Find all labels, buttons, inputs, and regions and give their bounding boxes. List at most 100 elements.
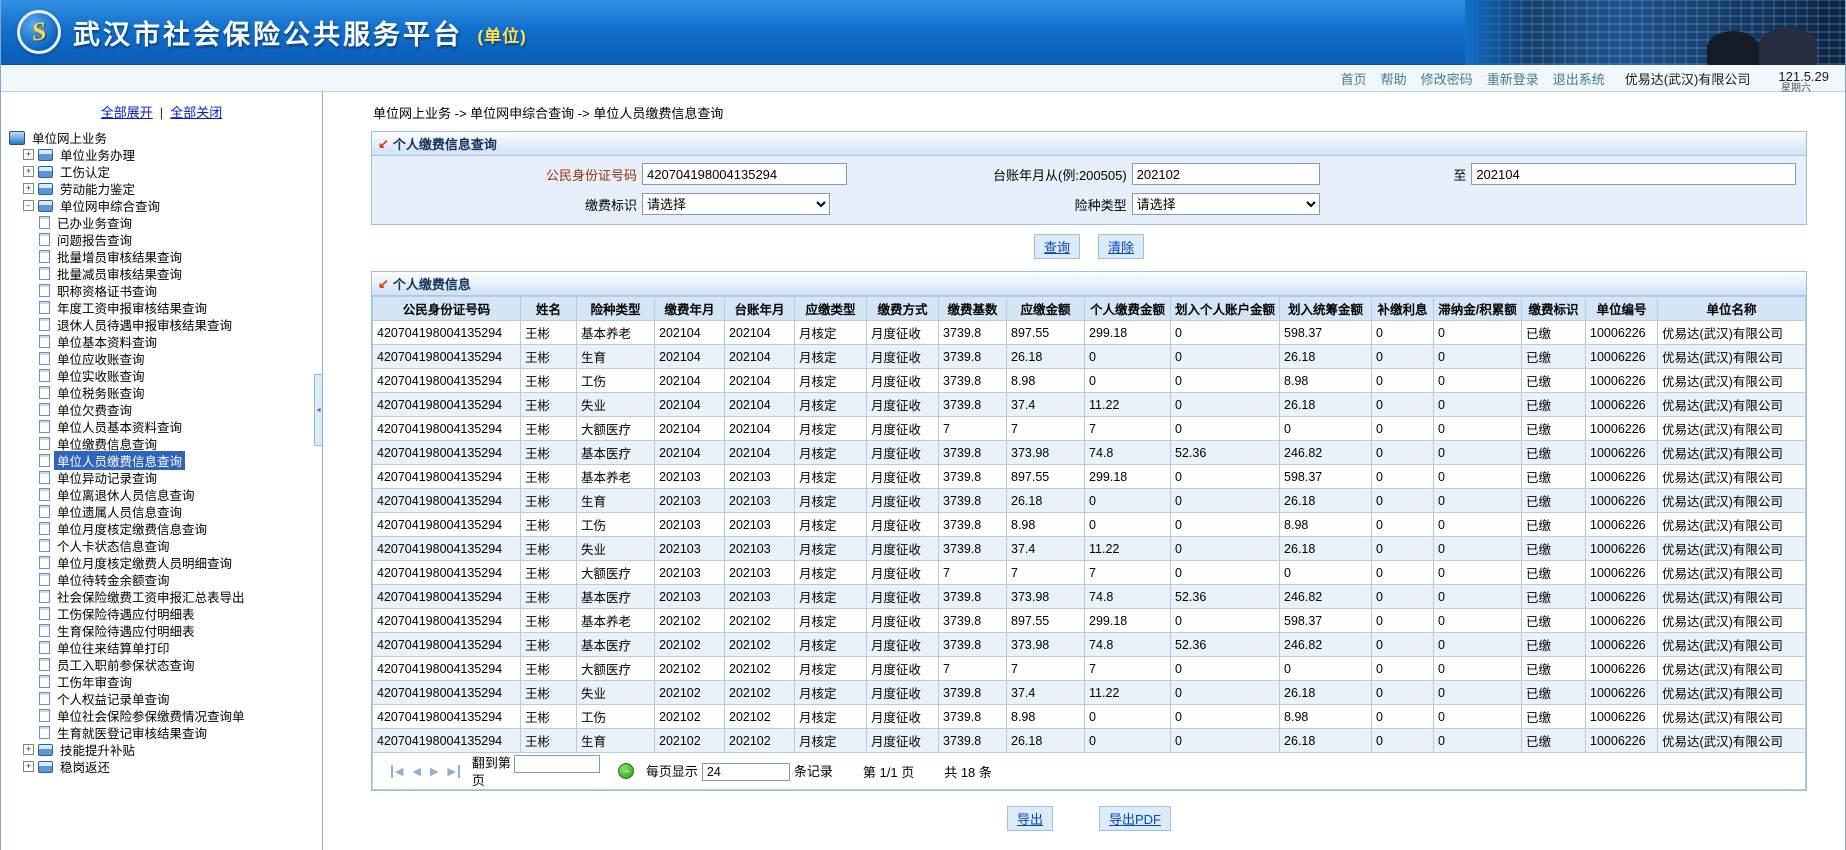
tree-item[interactable]: 个人卡状态信息查询	[39, 537, 322, 554]
expand-icon[interactable]: +	[23, 761, 34, 772]
column-header: 缴费年月	[654, 296, 725, 321]
top-nav-link[interactable]: 帮助	[1381, 69, 1407, 88]
root-folder-icon	[9, 130, 25, 145]
tree-item[interactable]: 批量增员审核结果查询	[39, 248, 322, 265]
tree-item[interactable]: 年度工资申报审核结果查询	[39, 299, 322, 316]
tree-item[interactable]: 单位缴费信息查询	[39, 435, 322, 452]
app-title-text: 武汉市社会保险公共服务平台	[73, 19, 463, 50]
table-row: 420704198004135294 王彬 基本养老 202102 202102 月核定月…	[372, 608, 1806, 633]
export-pdf-button[interactable]: 导出PDF	[1099, 806, 1172, 831]
first-page-button[interactable]: ◀	[391, 764, 403, 778]
table-cell: 0	[1084, 488, 1171, 513]
table-cell: 7	[1006, 560, 1085, 585]
expand-icon[interactable]: +	[23, 744, 34, 755]
sidebar-top-links: 全部展开 | 全部关闭	[1, 96, 322, 129]
tree-item[interactable]: 社会保险缴费工资申报汇总表导出	[39, 588, 322, 605]
tree-group[interactable]: + 单位业务办理	[23, 146, 322, 163]
top-nav-link[interactable]: 修改密码	[1421, 69, 1473, 88]
tree-item[interactable]: 单位欠费查询	[39, 401, 322, 418]
tree-item[interactable]: 单位社会保险参保缴费情况查询单	[39, 707, 322, 724]
top-nav-link[interactable]: 退出系统	[1553, 69, 1605, 88]
goto-page-input[interactable]	[513, 754, 600, 773]
tree-group[interactable]: - 单位网申综合查询	[23, 197, 322, 214]
tree-item[interactable]: 单位往来结算单打印	[39, 639, 322, 656]
export-button[interactable]: 导出	[1006, 806, 1053, 831]
collapse-all-link[interactable]: 全部关闭	[170, 105, 222, 120]
ins-type-select[interactable]: 请选择	[1131, 193, 1320, 215]
table-cell: 202102	[654, 680, 725, 705]
prev-page-button[interactable]: ◀	[412, 765, 420, 778]
table-cell: 0	[1279, 560, 1373, 585]
tree-item[interactable]: 已办业务查询	[39, 214, 322, 231]
tree-item[interactable]: 工伤保险待遇应付明细表	[39, 605, 322, 622]
table-cell: 已缴	[1521, 656, 1587, 681]
main-content: 单位网上业务 -> 单位网申综合查询 -> 单位人员缴费信息查询 ↙ 个人缴费信…	[323, 92, 1845, 850]
tree-item[interactable]: 员工入职前参保状态查询	[39, 656, 322, 673]
tree-item[interactable]: 单位税务账查询	[39, 384, 322, 401]
tree-item[interactable]: 单位月度核定缴费人员明细查询	[39, 554, 322, 571]
table-cell: 优易达(武汉)有限公司	[1657, 728, 1806, 753]
goto-page-group: 翻到第页	[472, 754, 606, 788]
tree-group[interactable]: + 工伤认定	[23, 163, 322, 180]
last-page-button[interactable]: ▶	[447, 764, 460, 778]
expand-all-link[interactable]: 全部展开	[101, 105, 153, 120]
expand-icon[interactable]: +	[23, 149, 34, 160]
tree-item[interactable]: 生育保险待遇应付明细表	[39, 622, 322, 639]
table-cell: 0	[1169, 656, 1281, 681]
next-page-button[interactable]: ▶	[430, 765, 438, 778]
table-cell: 3739.8	[938, 392, 1007, 417]
tree-item[interactable]: 单位实收账查询	[39, 367, 322, 384]
table-row: 420704198004135294 王彬 工伤 202104 202104 月核定 月度征…	[372, 368, 1806, 393]
table-cell: 7	[1084, 416, 1171, 441]
tree-item[interactable]: 职称资格证书查询	[39, 282, 322, 299]
clear-button[interactable]: 清除	[1098, 234, 1145, 259]
tree-item[interactable]: 问题报告查询	[39, 231, 322, 248]
logo-glyph: S	[29, 16, 49, 47]
page-size-input[interactable]	[701, 763, 790, 781]
tree-item[interactable]: 单位人员缴费信息查询	[39, 451, 322, 470]
document-icon	[39, 556, 50, 569]
table-cell: 3739.8	[938, 704, 1007, 729]
pay-flag-select[interactable]: 请选择	[642, 193, 830, 215]
table-cell: 3739.8	[938, 512, 1007, 537]
tree-item[interactable]: 单位异动记录查询	[39, 469, 322, 486]
tree-item[interactable]: 批量减员审核结果查询	[39, 265, 322, 282]
table-cell: 373.98	[1006, 584, 1085, 609]
tree-group[interactable]: + 劳动能力鉴定	[23, 180, 322, 197]
tree-group[interactable]: + 稳岗返还	[23, 758, 322, 775]
tree-item[interactable]: 个人权益记录单查询	[39, 690, 322, 707]
tree-item[interactable]: 工伤年审查询	[39, 673, 322, 690]
table-cell: 已缴	[1521, 608, 1587, 633]
table-cell: 202102	[724, 632, 795, 657]
tree-item[interactable]: 生育就医登记审核结果查询	[39, 724, 322, 741]
tree-item[interactable]: 单位遗属人员信息查询	[39, 503, 322, 520]
top-nav-link[interactable]: 首页	[1341, 69, 1367, 88]
table-cell: 0	[1084, 704, 1171, 729]
tree-item[interactable]: 单位基本资料查询	[39, 333, 322, 350]
sidebar-collapse-handle[interactable]: ◄	[314, 374, 322, 446]
table-cell: 10006226	[1585, 344, 1659, 369]
tree-item[interactable]: 退休人员待遇申报审核结果查询	[39, 316, 322, 333]
expand-icon[interactable]: +	[23, 166, 34, 177]
collapse-icon[interactable]: -	[23, 200, 34, 211]
period-from-input[interactable]	[1131, 163, 1320, 185]
top-nav-link[interactable]: 重新登录	[1487, 69, 1539, 88]
search-button[interactable]: 查询	[1033, 234, 1080, 259]
tree-item[interactable]: 单位人员基本资料查询	[39, 418, 322, 435]
table-cell: 已缴	[1521, 728, 1587, 753]
expand-icon[interactable]: +	[23, 183, 34, 194]
tree-group[interactable]: + 技能提升补贴	[23, 741, 322, 758]
document-icon	[39, 250, 50, 263]
query-buttons-row: 查询 清除	[371, 225, 1807, 269]
table-cell: 0	[1371, 680, 1435, 705]
breadcrumb-item: 单位人员缴费信息查询	[593, 106, 724, 121]
tree-item[interactable]: 单位待转金余额查询	[39, 571, 322, 588]
app-title-tag: (单位)	[477, 26, 527, 46]
id-input[interactable]	[642, 163, 847, 185]
tree-item[interactable]: 单位离退休人员信息查询	[39, 486, 322, 503]
tree-root[interactable]: 单位网上业务	[9, 129, 322, 146]
tree-item[interactable]: 单位月度核定缴费信息查询	[39, 520, 322, 537]
tree-item[interactable]: 单位应收账查询	[39, 350, 322, 367]
period-to-input[interactable]	[1471, 163, 1797, 185]
go-page-button[interactable]: →	[617, 763, 634, 779]
